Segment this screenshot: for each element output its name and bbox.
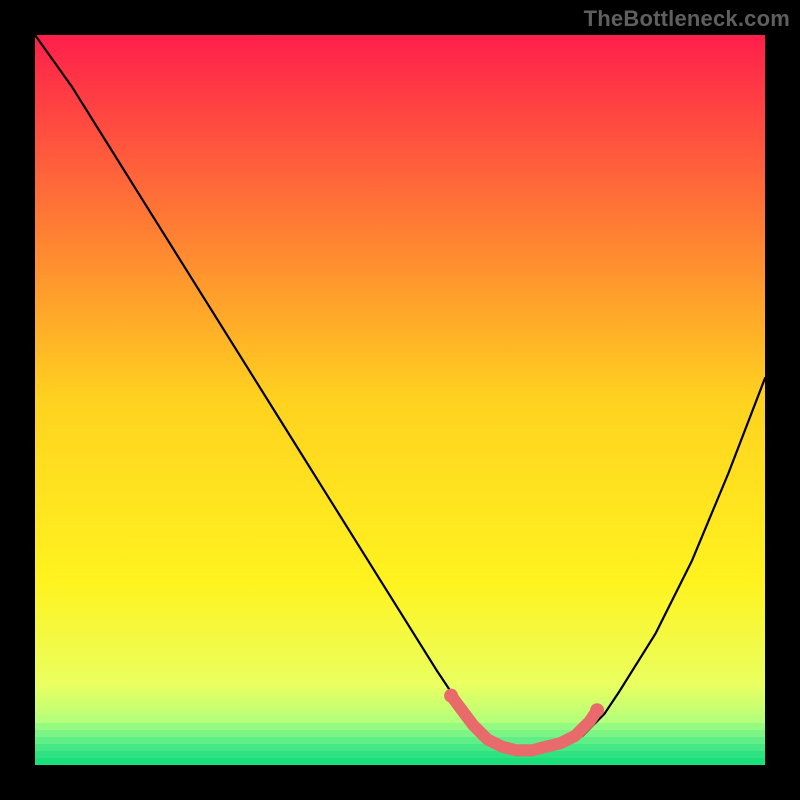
gradient-background	[35, 35, 765, 765]
gradient-band	[35, 751, 765, 758]
gradient-band	[35, 758, 765, 765]
plot-area	[35, 35, 765, 765]
marker-start-dot	[444, 689, 458, 703]
chart-frame: TheBottleneck.com	[0, 0, 800, 800]
gradient-band	[35, 744, 765, 751]
gradient-band	[35, 723, 765, 730]
gradient-band	[35, 716, 765, 723]
gradient-band	[35, 730, 765, 737]
watermark-text: TheBottleneck.com	[584, 6, 790, 32]
chart-svg	[35, 35, 765, 765]
gradient-band	[35, 737, 765, 744]
marker-end-dot	[590, 703, 604, 717]
